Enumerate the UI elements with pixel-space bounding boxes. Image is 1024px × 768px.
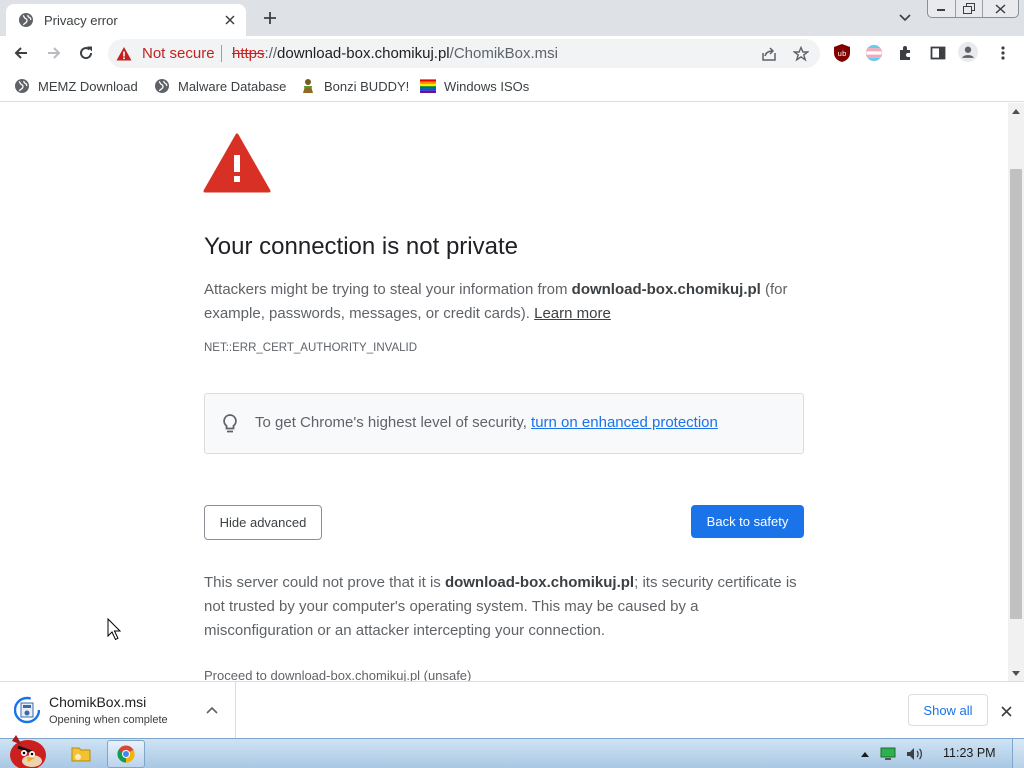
error-code[interactable]: NET::ERR_CERT_AUTHORITY_INVALID <box>204 342 417 354</box>
network-icon[interactable] <box>880 747 896 761</box>
close-window-button[interactable] <box>983 0 1018 17</box>
url-text[interactable]: https://download-box.chomikuj.pl/ChomikB… <box>232 45 558 62</box>
download-shelf: ChomikBox.msi Opening when complete Show… <box>0 681 1024 738</box>
proceed-unsafe-link[interactable]: Proceed to download-box.chomikuj.pl (uns… <box>204 668 471 681</box>
not-secure-label[interactable]: Not secure <box>142 45 215 62</box>
url-path: /ChomikBox.msi <box>449 45 559 62</box>
chrome-icon <box>117 745 135 763</box>
enhanced-protection-promo: To get Chrome's highest level of securit… <box>204 393 804 454</box>
globe-icon <box>14 78 30 94</box>
menu-kebab-icon[interactable] <box>993 43 1013 63</box>
system-tray <box>860 745 924 763</box>
taskbar-explorer-button[interactable] <box>62 740 100 768</box>
ublock-origin-icon[interactable]: ub <box>832 43 852 63</box>
host-name: download-box.chomikuj.pl <box>444 574 635 591</box>
bookmark-label: MEMZ Download <box>38 78 138 94</box>
taskbar-chrome-button[interactable] <box>107 740 145 768</box>
globe-icon <box>154 78 170 94</box>
warning-icon[interactable] <box>116 46 132 62</box>
bonzi-icon <box>300 78 316 94</box>
windows-taskbar: 11:23 PM <box>0 735 1024 768</box>
globe-icon <box>18 12 34 28</box>
download-filename: ChomikBox.msi <box>49 694 147 710</box>
url-host: download-box.chomikuj.pl <box>277 45 450 62</box>
tab-strip: Privacy error <box>0 0 1024 36</box>
side-panel-icon[interactable] <box>928 43 948 63</box>
bookmark-malware-database[interactable]: Malware Database <box>154 76 286 96</box>
scroll-down-arrow-icon[interactable] <box>1008 665 1024 681</box>
restore-button[interactable] <box>956 0 984 17</box>
detail-text: This server could not prove that it is <box>204 574 445 591</box>
interstitial-page: Your connection is not private Attackers… <box>0 103 1008 681</box>
mouse-pointer-icon <box>107 618 122 641</box>
download-item[interactable]: ChomikBox.msi Opening when complete <box>0 682 236 738</box>
back-to-safety-button[interactable]: Back to safety <box>691 505 804 538</box>
address-bar[interactable]: Not secure https://download-box.chomikuj… <box>108 39 820 68</box>
volume-icon[interactable] <box>906 747 924 761</box>
intro-paragraph: Attackers might be trying to steal your … <box>204 278 804 326</box>
page-scrollbar[interactable] <box>1008 103 1024 681</box>
window-controls <box>927 0 1019 18</box>
bookmark-windows-isos[interactable]: Windows ISOs <box>420 76 529 96</box>
show-all-downloads-button[interactable]: Show all <box>908 694 988 726</box>
tab-search-button[interactable] <box>894 8 916 28</box>
details-paragraph: This server could not prove that it is d… <box>204 571 804 643</box>
close-download-shelf-icon[interactable] <box>997 702 1015 720</box>
bookmarks-bar: MEMZ Download Malware Database Bonzi BUD… <box>0 70 1024 102</box>
show-desktop-button[interactable] <box>1012 739 1024 768</box>
enhanced-protection-text: To get Chrome's highest level of securit… <box>255 414 718 431</box>
minimize-button[interactable] <box>928 0 956 17</box>
bookmark-memz[interactable]: MEMZ Download <box>14 76 138 96</box>
hide-advanced-button[interactable]: Hide advanced <box>204 505 322 540</box>
close-tab-icon[interactable] <box>222 12 238 28</box>
scrollbar-thumb[interactable] <box>1010 169 1022 619</box>
warning-triangle-icon <box>203 133 271 193</box>
trans-flag-extension-icon[interactable] <box>864 43 884 63</box>
bookmark-label: Malware Database <box>178 78 287 94</box>
rainbow-flag-icon <box>420 78 436 94</box>
installer-file-icon <box>14 696 40 724</box>
bookmark-label: Bonzi BUDDY! <box>324 78 410 94</box>
tab-title: Privacy error <box>44 12 118 28</box>
bookmark-star-icon[interactable] <box>792 45 810 63</box>
omnibox-divider <box>221 45 222 62</box>
new-tab-button[interactable] <box>258 8 282 28</box>
folder-icon <box>71 747 91 762</box>
show-hidden-icons-arrow-icon[interactable] <box>860 751 870 758</box>
lightbulb-icon <box>223 414 237 433</box>
taskbar-clock[interactable]: 11:23 PM <box>943 746 996 760</box>
enhanced-protection-link[interactable]: turn on enhanced protection <box>531 414 718 431</box>
start-button-angry-bird-icon[interactable] <box>2 731 50 768</box>
bookmark-bonzi-buddy[interactable]: Bonzi BUDDY! <box>300 76 409 96</box>
download-status: Opening when complete <box>49 714 168 726</box>
svg-text:ub: ub <box>838 50 847 58</box>
scroll-up-arrow-icon[interactable] <box>1008 103 1024 119</box>
profile-avatar-icon[interactable] <box>958 42 978 62</box>
reload-button[interactable] <box>73 40 99 66</box>
chevron-up-icon[interactable] <box>204 702 220 718</box>
back-button[interactable] <box>8 40 34 66</box>
url-separator: :// <box>264 45 278 62</box>
bookmark-label: Windows ISOs <box>444 78 530 94</box>
url-scheme: https <box>232 45 265 62</box>
browser-toolbar: Not secure https://download-box.chomikuj… <box>0 36 1024 70</box>
host-name: download-box.chomikuj.pl <box>571 281 761 298</box>
share-icon[interactable] <box>760 45 778 63</box>
enhanced-text: To get Chrome's highest level of securit… <box>255 414 532 431</box>
learn-more-link[interactable]: Learn more <box>534 305 611 322</box>
tab-privacy-error[interactable]: Privacy error <box>6 4 246 36</box>
intro-text: Attackers might be trying to steal your … <box>204 281 572 298</box>
extensions-puzzle-icon[interactable] <box>896 43 916 63</box>
page-title: Your connection is not private <box>204 233 518 260</box>
forward-button[interactable] <box>41 40 67 66</box>
